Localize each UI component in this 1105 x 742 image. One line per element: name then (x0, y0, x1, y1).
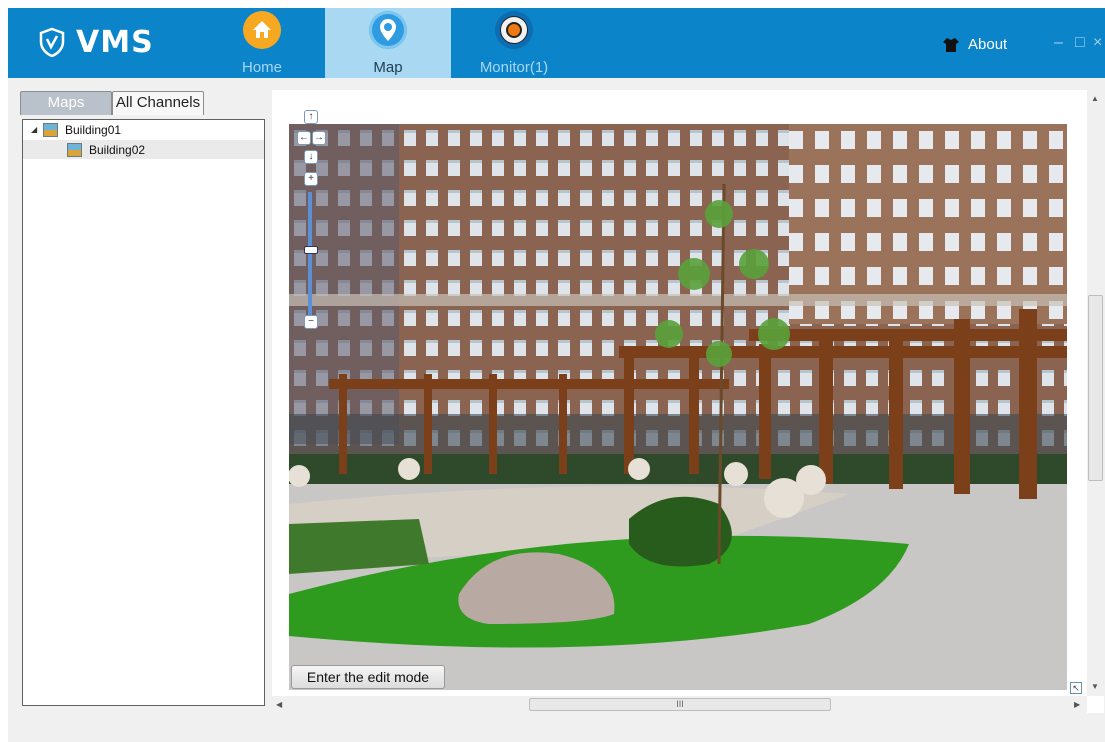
pan-right-button[interactable]: → (312, 131, 326, 145)
tree-item-building01[interactable]: ◢ Building01 (23, 120, 264, 139)
scroll-left-arrow-icon[interactable]: ◀ (276, 700, 282, 709)
scroll-up-arrow-icon[interactable]: ▲ (1091, 94, 1099, 103)
map-tree: ◢ Building01 Building02 (22, 119, 265, 706)
top-header: VMS Home Map Monitor(1) About – □ × (8, 8, 1105, 78)
zoom-slider-track[interactable] (308, 192, 312, 316)
tab-all-channels[interactable]: All Channels (112, 91, 204, 115)
horizontal-scroll-thumb[interactable]: III (529, 698, 831, 711)
vms-window: VMS Home Map Monitor(1) About – □ × Maps (8, 8, 1105, 742)
home-icon (243, 11, 281, 49)
app-brand-name: VMS (76, 24, 154, 60)
horizontal-scrollbar[interactable]: ◀ III ▶ (272, 696, 1087, 713)
resize-corner-icon[interactable]: ↖ (1070, 682, 1082, 694)
tree-item-label: Building01 (65, 122, 122, 137)
tab-maps[interactable]: Maps (20, 91, 112, 115)
maximize-button[interactable]: □ (1075, 34, 1085, 52)
expand-arrow-icon[interactable]: ◢ (31, 125, 43, 134)
nav-tab-monitor-label: Monitor(1) (479, 59, 549, 76)
pan-up-button[interactable]: ↑ (304, 110, 318, 124)
vertical-scrollbar[interactable]: ▲ ▼ (1087, 90, 1104, 696)
nav-tab-map-label: Map (373, 59, 403, 76)
courtyard-photo (289, 124, 1067, 690)
tree-item-label: Building02 (89, 142, 146, 157)
close-button[interactable]: × (1093, 34, 1102, 52)
building-icon (43, 122, 58, 137)
about-label: About (968, 36, 1008, 53)
pan-left-button[interactable]: ← (297, 131, 311, 145)
map-background-image[interactable] (289, 124, 1067, 690)
app-logo: VMS (38, 22, 154, 62)
tree-item-building02[interactable]: Building02 (23, 140, 264, 159)
map-pin-icon (369, 11, 407, 49)
shield-logo-icon (39, 27, 65, 57)
map-view[interactable]: ↑ ← → ↓ + − Enter the edit mode ↖ ▲ ▼ ◀ … (272, 90, 1104, 713)
zoom-in-button[interactable]: + (304, 172, 318, 186)
scroll-right-arrow-icon[interactable]: ▶ (1074, 700, 1080, 709)
zoom-pan-control: ↑ ← → ↓ + − (297, 110, 326, 330)
zoom-slider-thumb[interactable] (304, 246, 318, 254)
nav-tab-home-label: Home (241, 59, 282, 76)
zoom-out-button[interactable]: − (304, 315, 318, 329)
scroll-down-arrow-icon[interactable]: ▼ (1091, 682, 1099, 691)
shirt-icon (943, 37, 959, 52)
building-icon (67, 142, 82, 157)
nav-tab-map[interactable]: Map (325, 8, 451, 78)
camera-icon (495, 11, 533, 49)
nav-tab-home[interactable]: Home (199, 8, 325, 78)
nav-tab-monitor[interactable]: Monitor(1) (451, 8, 577, 78)
enter-edit-mode-button[interactable]: Enter the edit mode (291, 665, 445, 689)
pan-down-button[interactable]: ↓ (304, 150, 318, 164)
about-button[interactable]: About (942, 36, 1007, 53)
minimize-button[interactable]: – (1054, 34, 1063, 52)
vertical-scroll-thumb[interactable] (1088, 295, 1103, 481)
